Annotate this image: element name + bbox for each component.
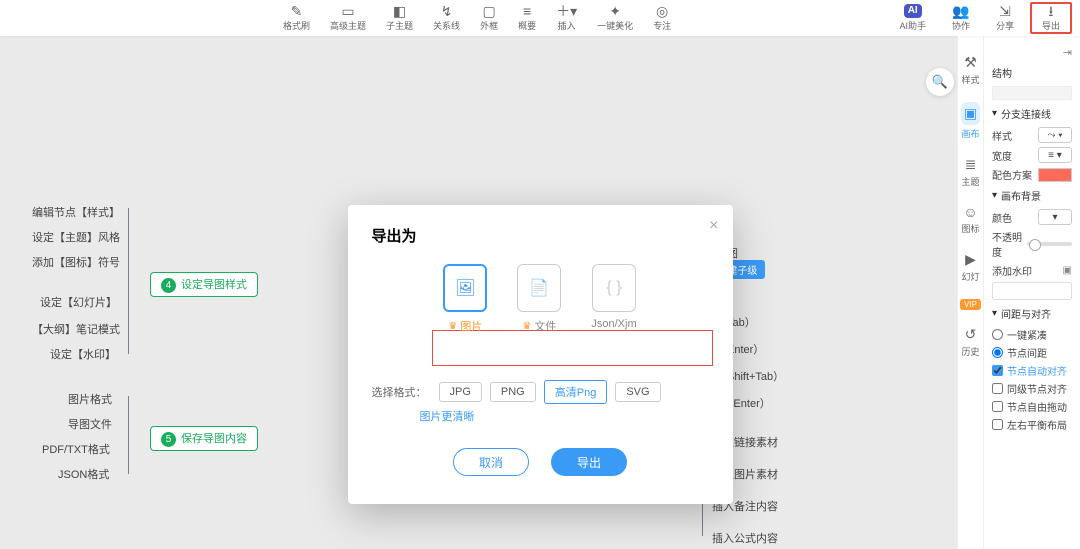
export-type-image[interactable]: 🖼 ♛图片 (443, 264, 487, 334)
crown-icon: ♛ (522, 321, 531, 332)
format-label: 选择格式： (372, 384, 427, 400)
modal-overlay: × 导出为 🖼 ♛图片 📄 ♛文件 { } Json/Xjm 选择格式： JPG… (0, 0, 1080, 549)
highlight-box (432, 330, 713, 366)
export-type-json[interactable]: { } Json/Xjm (591, 264, 636, 334)
export-dialog: × 导出为 🖼 ♛图片 📄 ♛文件 { } Json/Xjm 选择格式： JPG… (348, 205, 733, 504)
fmt-png[interactable]: PNG (490, 382, 536, 402)
export-type-file[interactable]: 📄 ♛文件 (517, 264, 561, 334)
export-confirm-button[interactable]: 导出 (551, 448, 627, 476)
fmt-jpg[interactable]: JPG (439, 382, 482, 402)
dialog-title: 导出为 (372, 225, 709, 246)
crown-icon: ♛ (448, 321, 457, 332)
export-type-group: 🖼 ♛图片 📄 ♛文件 { } Json/Xjm (372, 264, 709, 334)
fmt-hdpng[interactable]: 高清Png (544, 380, 608, 404)
json-icon: { } (592, 264, 636, 312)
file-icon: 📄 (517, 264, 561, 312)
format-row: 选择格式： JPG PNG 高清Png SVG (372, 380, 709, 404)
image-icon: 🖼 (443, 264, 487, 312)
cancel-button[interactable]: 取消 (453, 448, 529, 476)
close-button[interactable]: × (709, 217, 718, 235)
clarity-link[interactable]: 图片更清晰 (420, 408, 709, 424)
fmt-svg[interactable]: SVG (615, 382, 660, 402)
